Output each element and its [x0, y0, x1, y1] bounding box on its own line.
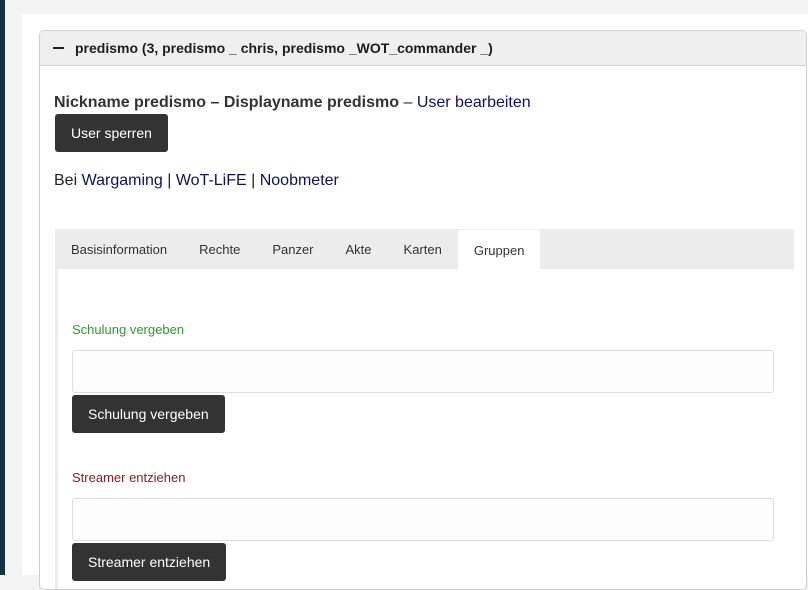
link-separator: | [162, 172, 176, 189]
links-prefix: Bei [54, 172, 82, 189]
tab-panzer[interactable]: Panzer [256, 229, 329, 269]
tab-akte[interactable]: Akte [330, 229, 388, 269]
page-margin [5, 0, 22, 575]
tab-gruppen[interactable]: Gruppen [457, 230, 541, 270]
grant-training-button[interactable]: Schulung vergeben [72, 395, 225, 433]
content-area: predismo (3, predismo _ chris, predismo … [22, 14, 808, 590]
panel-header[interactable]: predismo (3, predismo _ chris, predismo … [40, 31, 806, 66]
wot-life-link[interactable]: WoT-LiFE [176, 172, 247, 189]
grant-training-input[interactable] [72, 350, 774, 393]
grant-training-label: Schulung vergeben [72, 322, 185, 337]
nickname-displayname: Nickname predismo – Displayname predismo [54, 94, 400, 111]
tab-bar: Basisinformation Rechte Panzer Akte Kart… [55, 229, 794, 270]
noobmeter-link[interactable]: Noobmeter [260, 172, 339, 189]
tab-basisinformation[interactable]: Basisinformation [55, 229, 183, 269]
tabs-container: Basisinformation Rechte Panzer Akte Kart… [55, 229, 794, 589]
collapse-minus-icon[interactable] [53, 47, 64, 49]
tab-karten[interactable]: Karten [388, 229, 458, 269]
block-user-button[interactable]: User sperren [55, 114, 168, 152]
user-info-line: Nickname predismo – Displayname predismo… [54, 94, 531, 112]
info-separator: – [399, 94, 417, 111]
user-panel: predismo (3, predismo _ chris, predismo … [39, 30, 807, 590]
wargaming-link[interactable]: Wargaming [82, 172, 163, 189]
tab-rechte[interactable]: Rechte [183, 229, 256, 269]
revoke-streamer-input[interactable] [72, 498, 774, 541]
revoke-streamer-label: Streamer entziehen [72, 470, 186, 485]
panel-title: predismo (3, predismo _ chris, predismo … [75, 40, 493, 56]
external-links: Bei Wargaming | WoT-LiFE | Noobmeter [54, 172, 339, 190]
link-separator: | [246, 172, 260, 189]
revoke-streamer-button[interactable]: Streamer entziehen [72, 543, 227, 581]
edit-user-link[interactable]: User bearbeiten [417, 94, 531, 111]
tab-panel-gruppen: Schulung vergeben Schulung vergeben Stre… [58, 269, 794, 589]
